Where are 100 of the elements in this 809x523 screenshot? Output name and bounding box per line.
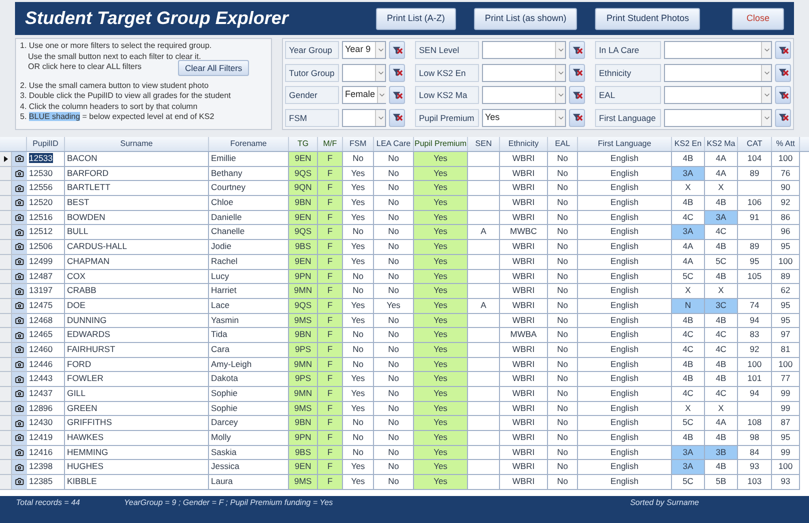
table-cell: Yes xyxy=(374,298,414,314)
table-cell: English xyxy=(578,402,672,416)
table-cell: 9PS xyxy=(289,372,318,387)
table-cell: 12398 xyxy=(27,460,65,476)
column-header[interactable]: Ethnicity xyxy=(500,137,548,151)
clear-filter-button[interactable] xyxy=(569,108,585,126)
column-header[interactable]: Surname xyxy=(65,137,209,151)
table-cell: 92 xyxy=(738,342,772,358)
camera-button[interactable] xyxy=(12,328,27,343)
print-button[interactable]: Print List (A-Z) xyxy=(376,8,456,30)
clear-filter-button[interactable] xyxy=(775,108,791,126)
table-cell: WBRI xyxy=(500,181,548,196)
camera-button[interactable] xyxy=(12,314,27,328)
filter-summary: YearGroup = 9 ; Gender = F ; Pupil Premium funding = Yes xyxy=(124,497,333,509)
clear-filter-button[interactable] xyxy=(389,86,405,104)
table-cell xyxy=(468,196,500,211)
camera-button[interactable] xyxy=(12,152,27,167)
camera-button[interactable] xyxy=(12,181,27,196)
table-cell: F xyxy=(318,270,343,284)
filter-dropdown[interactable]: Female xyxy=(342,86,386,104)
table-cell: 9MN xyxy=(289,284,318,299)
table-cell: 9BN xyxy=(289,328,318,343)
table-cell: F xyxy=(318,181,343,196)
column-header[interactable]: M/F xyxy=(318,137,343,151)
filter-dropdown[interactable]: Year 9 xyxy=(342,41,386,59)
table-cell: English xyxy=(578,181,672,196)
camera-button[interactable] xyxy=(12,416,27,432)
table-cell: F xyxy=(318,284,343,299)
column-header[interactable]: EAL xyxy=(548,137,578,151)
table-cell: 105 xyxy=(738,270,772,284)
camera-button[interactable] xyxy=(12,387,27,402)
close-button[interactable]: Close xyxy=(732,8,784,30)
camera-button[interactable] xyxy=(12,446,27,460)
table-cell: English xyxy=(578,446,672,460)
clear-filter-button[interactable] xyxy=(389,64,405,82)
table-cell: Yes xyxy=(343,387,374,402)
clear-filter-button[interactable] xyxy=(569,41,585,59)
column-header[interactable]: LEA Care xyxy=(374,137,414,151)
filter-label: In LA Care xyxy=(595,41,661,59)
table-cell: 12468 xyxy=(27,314,65,328)
clear-filter-button[interactable] xyxy=(389,108,405,126)
camera-button[interactable] xyxy=(12,284,27,299)
table-cell: No xyxy=(343,284,374,299)
print-button[interactable]: Print List (as shown) xyxy=(474,8,578,30)
table-cell: Yes xyxy=(414,475,468,490)
table-cell: 4C xyxy=(672,210,705,226)
camera-button[interactable] xyxy=(12,225,27,240)
table-cell: F xyxy=(318,152,343,167)
column-header[interactable]: KS2 En xyxy=(672,137,705,151)
table-cell: CHAPMAN xyxy=(65,254,209,270)
column-header[interactable]: KS2 Ma xyxy=(705,137,738,151)
camera-button[interactable] xyxy=(12,254,27,270)
table-cell: BEST xyxy=(65,196,209,211)
table-cell: BULL xyxy=(65,225,209,240)
column-header[interactable]: First Language xyxy=(578,137,672,151)
camera-button[interactable] xyxy=(12,402,27,416)
column-header[interactable]: CAT xyxy=(738,137,772,151)
print-button[interactable]: Print Student Photos xyxy=(595,8,700,30)
column-header[interactable]: Forename xyxy=(209,137,289,151)
table-cell: Darcey xyxy=(209,416,289,432)
camera-button[interactable] xyxy=(12,372,27,387)
instruction-text: 5. BLUE shading = below expected level at end of KS2 xyxy=(20,112,214,122)
clear-filter-button[interactable] xyxy=(775,64,791,82)
table-cell xyxy=(468,166,500,182)
table-cell: 95 xyxy=(772,240,800,255)
camera-icon xyxy=(15,404,24,414)
camera-button[interactable] xyxy=(12,460,27,476)
clear-filter-button[interactable] xyxy=(569,86,585,104)
clear-filter-button[interactable] xyxy=(775,41,791,59)
camera-button[interactable] xyxy=(12,196,27,211)
column-header[interactable]: PupilID xyxy=(27,137,65,151)
clear-filter-button[interactable] xyxy=(569,64,585,82)
table-cell: 4C xyxy=(705,387,738,402)
column-header[interactable]: SEN xyxy=(468,137,500,151)
filter-dropdown[interactable]: Yes xyxy=(482,108,566,126)
camera-button[interactable] xyxy=(12,475,27,490)
column-header[interactable]: % Att xyxy=(772,137,800,151)
table-cell: 100 xyxy=(738,358,772,372)
table-cell: Yes xyxy=(343,254,374,270)
camera-button[interactable] xyxy=(12,270,27,284)
camera-button[interactable] xyxy=(12,358,27,372)
clear-all-filters-button[interactable]: Clear All Filters xyxy=(178,60,250,76)
table-cell: F xyxy=(318,298,343,314)
column-header[interactable]: Pupil Premium xyxy=(414,137,468,151)
camera-button[interactable] xyxy=(12,240,27,255)
table-cell: 3A xyxy=(705,210,738,226)
table-cell: FOWLER xyxy=(65,372,209,387)
column-header[interactable]: FSM xyxy=(343,137,374,151)
camera-button[interactable] xyxy=(12,431,27,446)
table-cell: English xyxy=(578,431,672,446)
camera-button[interactable] xyxy=(12,342,27,358)
column-header[interactable]: TG xyxy=(289,137,318,151)
table-cell: F xyxy=(318,166,343,182)
camera-button[interactable] xyxy=(12,210,27,226)
clear-filter-button[interactable] xyxy=(775,86,791,104)
camera-button[interactable] xyxy=(12,298,27,314)
table-cell xyxy=(468,460,500,476)
row-selector[interactable] xyxy=(0,152,12,167)
clear-filter-button[interactable] xyxy=(389,41,405,59)
camera-button[interactable] xyxy=(12,166,27,182)
